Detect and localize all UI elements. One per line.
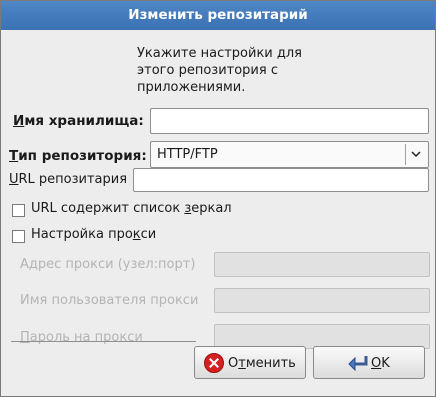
repo-name-label: Имя хранилища: [13, 113, 144, 129]
ok-button-label: OK [371, 356, 390, 371]
repo-type-value: HTTP/FTP [157, 147, 218, 162]
mirror-list-label[interactable]: URL содержит список зеркал [31, 201, 232, 216]
dialog-title: Изменить репозитарий [1, 1, 435, 30]
repo-type-select[interactable]: HTTP/FTP [150, 141, 429, 168]
repo-url-input[interactable] [133, 168, 429, 192]
edit-repository-dialog: Изменить репозитарий Укажите настройки д… [0, 0, 436, 397]
mirror-list-checkbox[interactable] [12, 204, 25, 217]
cancel-button[interactable]: Отменить [194, 346, 306, 379]
proxy-user-label: Имя пользователя прокси [20, 293, 199, 308]
repo-url-label: URL репозитария [9, 172, 128, 187]
proxy-checkbox[interactable] [12, 230, 25, 243]
chevron-down-icon [411, 151, 421, 158]
proxy-password-label: Пароль на прокси [20, 330, 143, 345]
proxy-address-label: Адрес прокси (узел:порт) [20, 257, 196, 272]
proxy-address-input[interactable] [214, 252, 430, 277]
repo-name-input[interactable] [150, 108, 429, 134]
cancel-button-label: Отменить [228, 356, 296, 371]
repo-type-label: Тип репозитория: [9, 148, 147, 164]
combo-separator [405, 144, 406, 165]
cancel-icon [204, 353, 224, 373]
intro-text: Укажите настройки для этого репозитория … [137, 46, 302, 95]
proxy-label[interactable]: Настройка прокси [31, 227, 156, 242]
proxy-user-input[interactable] [214, 288, 430, 313]
ok-button[interactable]: OK [313, 346, 425, 379]
divider [11, 341, 196, 342]
return-arrow-icon [348, 356, 368, 372]
